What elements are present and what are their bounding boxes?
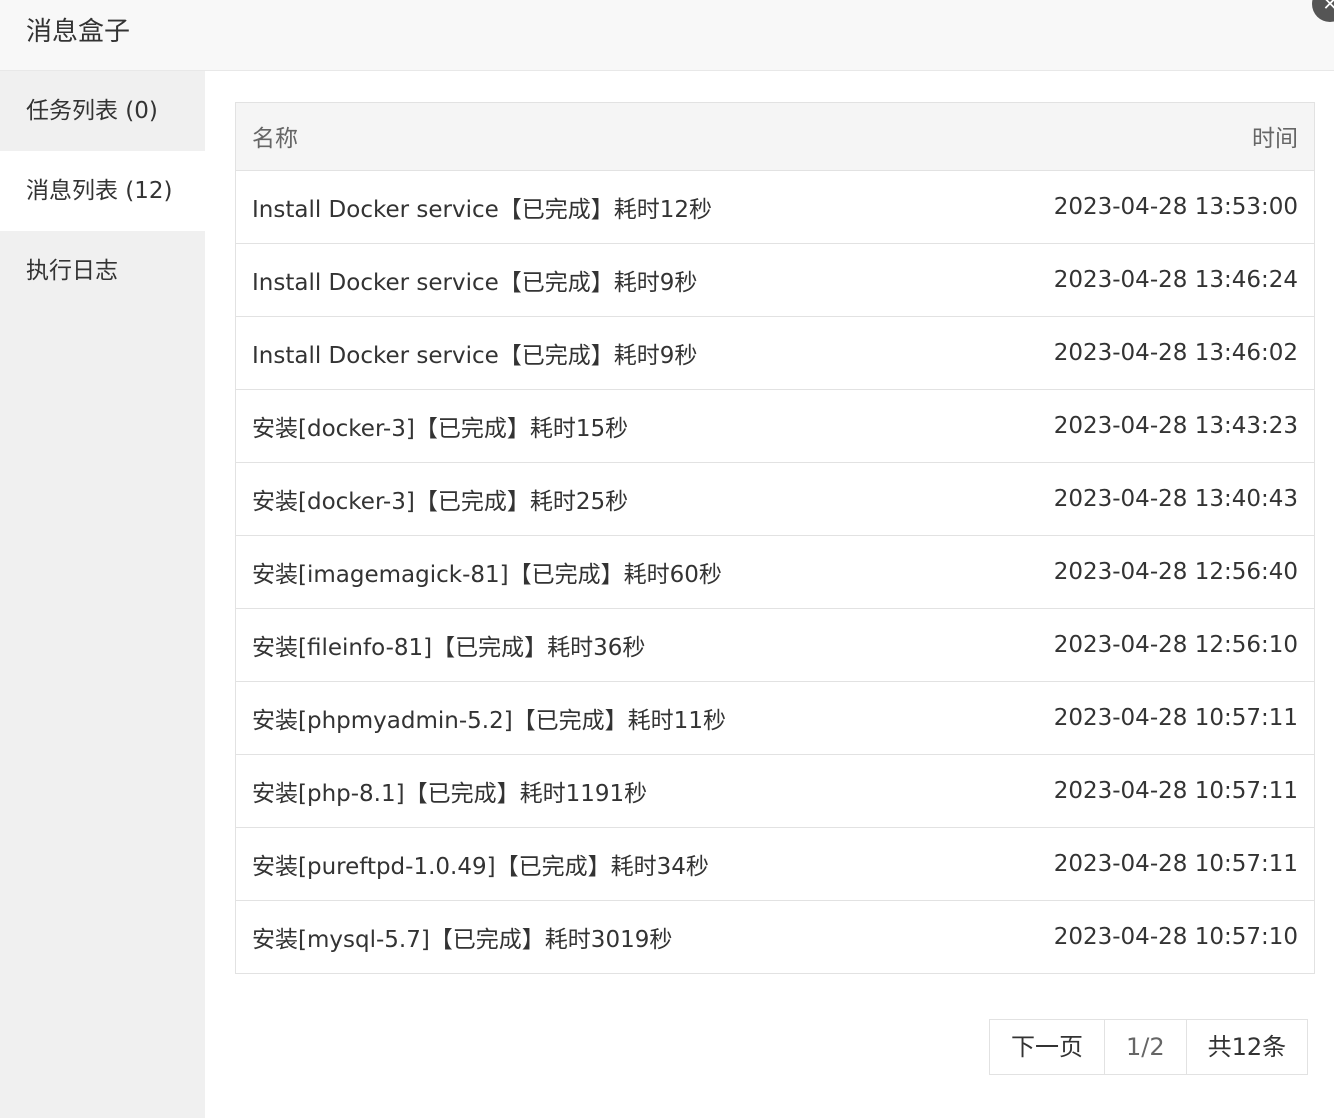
dialog-titlebar: 消息盒子: [0, 0, 1334, 71]
message-name-cell: 安装[docker-3]【已完成】耗时15秒: [252, 415, 629, 442]
table-row: 安装[docker-3]【已完成】耗时15秒 2023-04-28 13:43:2…: [236, 389, 1314, 462]
message-name-cell: 安装[fileinfo-81]【已完成】耗时36秒: [252, 634, 646, 661]
message-time-cell: 2023-04-28 12:56:10: [1053, 631, 1298, 658]
table-row: 安装[imagemagick-81]【已完成】耗时60秒 2023-04-28 1…: [236, 535, 1314, 608]
message-name-cell: 安装[imagemagick-81]【已完成】耗时60秒: [252, 561, 722, 588]
message-time-cell: 2023-04-28 12:56:40: [1053, 558, 1298, 585]
message-time-cell: 2023-04-28 13:40:43: [1053, 485, 1298, 512]
table-row: Install Docker service【已完成】耗时12秒 2023-04-…: [236, 170, 1314, 243]
table-body: Install Docker service【已完成】耗时12秒 2023-04-…: [236, 170, 1314, 973]
message-time-cell: 2023-04-28 13:53:00: [1053, 193, 1298, 220]
message-name-cell: Install Docker service【已完成】耗时12秒: [252, 196, 713, 223]
table-row: 安装[fileinfo-81]【已完成】耗时36秒 2023-04-28 12:5…: [236, 608, 1314, 681]
message-name-cell: 安装[php-8.1]【已完成】耗时1191秒: [252, 780, 648, 807]
message-time-cell: 2023-04-28 13:43:23: [1053, 412, 1298, 439]
table-row: 安装[php-8.1]【已完成】耗时1191秒 2023-04-28 10:57:…: [236, 754, 1314, 827]
message-time-cell: 2023-04-28 10:57:10: [1053, 923, 1298, 950]
sidebar-item-execution-log[interactable]: 执行日志: [0, 231, 205, 311]
message-time-cell: 2023-04-28 10:57:11: [1053, 850, 1298, 877]
table-row: 安装[phpmyadmin-5.2]【已完成】耗时11秒 2023-04-28 1…: [236, 681, 1314, 754]
table-row: 安装[pureftpd-1.0.49]【已完成】耗时34秒 2023-04-28 …: [236, 827, 1314, 900]
message-time-cell: 2023-04-28 10:57:11: [1053, 777, 1298, 804]
message-name-cell: Install Docker service【已完成】耗时9秒: [252, 269, 698, 296]
message-name-cell: 安装[phpmyadmin-5.2]【已完成】耗时11秒: [252, 707, 726, 734]
total-count: 共12条: [1185, 1020, 1308, 1074]
table-header-row: 名称 时间: [236, 103, 1314, 170]
message-name-cell: 安装[docker-3]【已完成】耗时25秒: [252, 488, 629, 515]
next-page-button[interactable]: 下一页: [990, 1020, 1104, 1074]
sidebar-item-message-list[interactable]: 消息列表 (12): [0, 151, 205, 231]
message-time-cell: 2023-04-28 10:57:11: [1053, 704, 1298, 731]
sidebar: 任务列表 (0) 消息列表 (12) 执行日志: [0, 71, 205, 1118]
table-row: Install Docker service【已完成】耗时9秒 2023-04-2…: [236, 316, 1314, 389]
message-name-cell: Install Docker service【已完成】耗时9秒: [252, 342, 698, 369]
message-name-cell: 安装[mysql-5.7]【已完成】耗时3019秒: [252, 926, 673, 953]
table-row: 安装[mysql-5.7]【已完成】耗时3019秒 2023-04-28 10:5…: [236, 900, 1314, 973]
sidebar-item-task-list[interactable]: 任务列表 (0): [0, 71, 205, 151]
column-header-time: 时间: [1252, 126, 1298, 153]
table-row: Install Docker service【已完成】耗时9秒 2023-04-2…: [236, 243, 1314, 316]
dialog-title: 消息盒子: [26, 17, 131, 47]
page-indicator: 1/2: [1104, 1020, 1186, 1074]
message-name-cell: 安装[pureftpd-1.0.49]【已完成】耗时34秒: [252, 853, 709, 880]
table-row: 安装[docker-3]【已完成】耗时25秒 2023-04-28 13:40:4…: [236, 462, 1314, 535]
message-table: 名称 时间 Install Docker service【已完成】耗时12秒 20…: [235, 102, 1315, 974]
message-time-cell: 2023-04-28 13:46:24: [1053, 266, 1298, 293]
message-time-cell: 2023-04-28 13:46:02: [1053, 339, 1298, 366]
column-header-name: 名称: [252, 126, 298, 153]
pagination: 下一页 1/2 共12条: [989, 1019, 1309, 1075]
